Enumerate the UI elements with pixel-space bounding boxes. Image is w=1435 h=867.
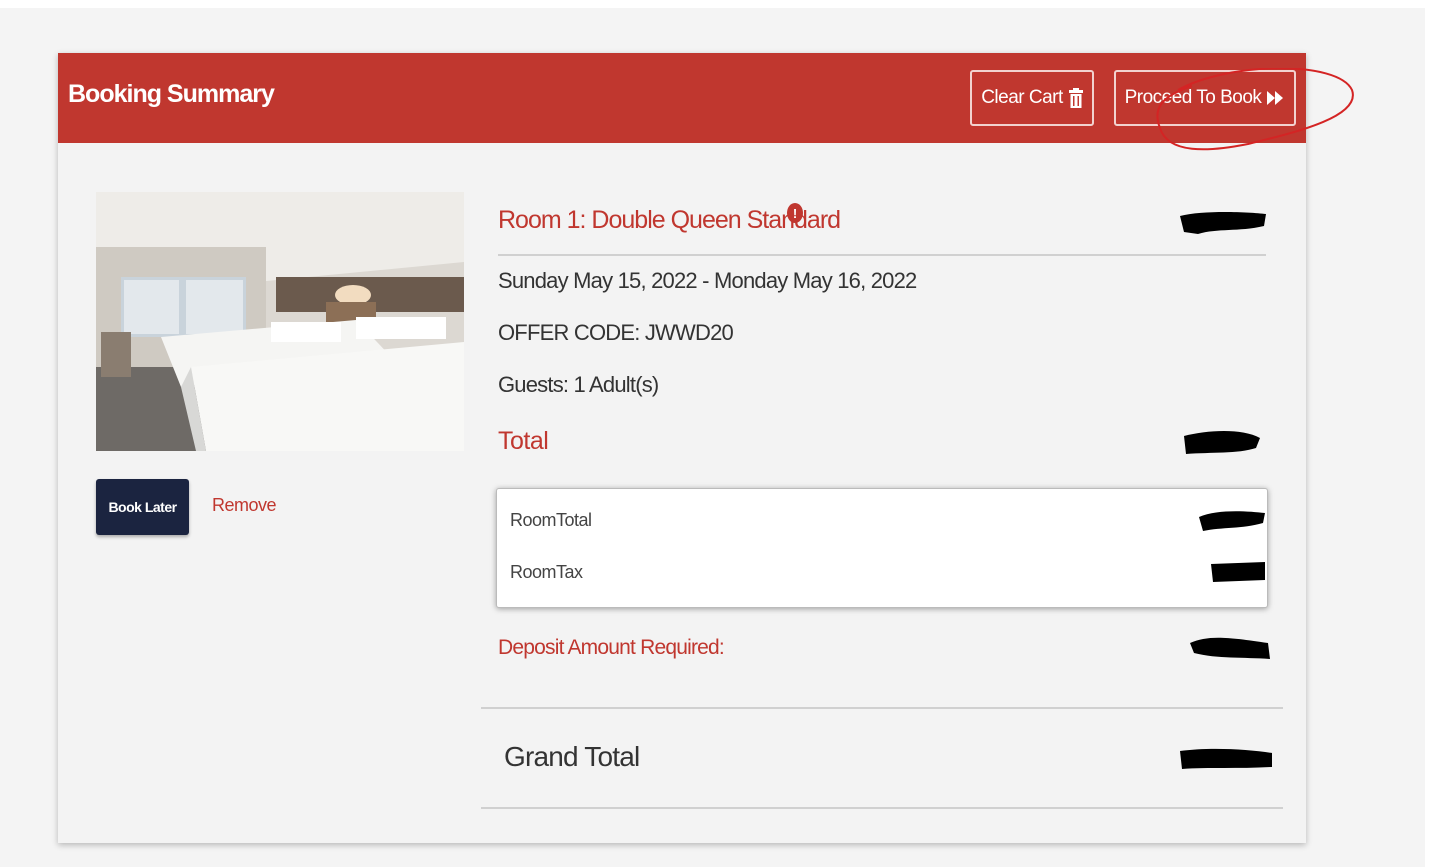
proceed-to-book-button[interactable]: Proceed To Book (1114, 70, 1296, 126)
redacted-total-amount (1184, 431, 1260, 454)
total-label: Total (498, 427, 549, 455)
room-tax-label: RoomTax (510, 562, 583, 582)
room-title-divider (498, 254, 1266, 256)
redacted-room-tax (1211, 562, 1265, 582)
grand-total-label: Grand Total (504, 741, 640, 772)
offer-code: OFFER CODE: JWWD20 (498, 320, 734, 345)
clear-cart-label: Clear Cart (981, 87, 1063, 108)
redacted-deposit-amount (1190, 637, 1270, 659)
double-chevron-right-icon (1267, 91, 1284, 105)
redacted-grand-total (1180, 748, 1272, 769)
price-breakdown-box: RoomTotal RoomTax (496, 488, 1268, 608)
clear-cart-button[interactable]: Clear Cart (970, 70, 1094, 126)
grand-total-bottom-divider (481, 807, 1283, 809)
book-later-button[interactable]: Book Later (96, 479, 189, 535)
page-title: Booking Summary (68, 80, 275, 108)
remove-link[interactable]: Remove (212, 495, 277, 516)
booking-summary-card: Booking Summary Clear Cart Proceed To Bo… (58, 53, 1354, 843)
trash-icon (1068, 88, 1083, 108)
grand-total-top-divider (481, 707, 1283, 709)
redacted-room-price (1180, 212, 1266, 234)
proceed-label: Proceed To Book (1124, 87, 1262, 108)
stay-dates: Sunday May 15, 2022 - Monday May 16, 202… (498, 268, 917, 293)
room-photo (96, 192, 464, 451)
card-header: Booking Summary Clear Cart Proceed To Bo… (58, 53, 1306, 143)
guest-count: Guests: 1 Adult(s) (498, 372, 659, 397)
deposit-label: Deposit Amount Required: (498, 636, 725, 659)
redacted-room-total (1199, 511, 1265, 531)
room-total-label: RoomTotal (510, 510, 592, 530)
info-icon[interactable]: ! (787, 203, 803, 223)
